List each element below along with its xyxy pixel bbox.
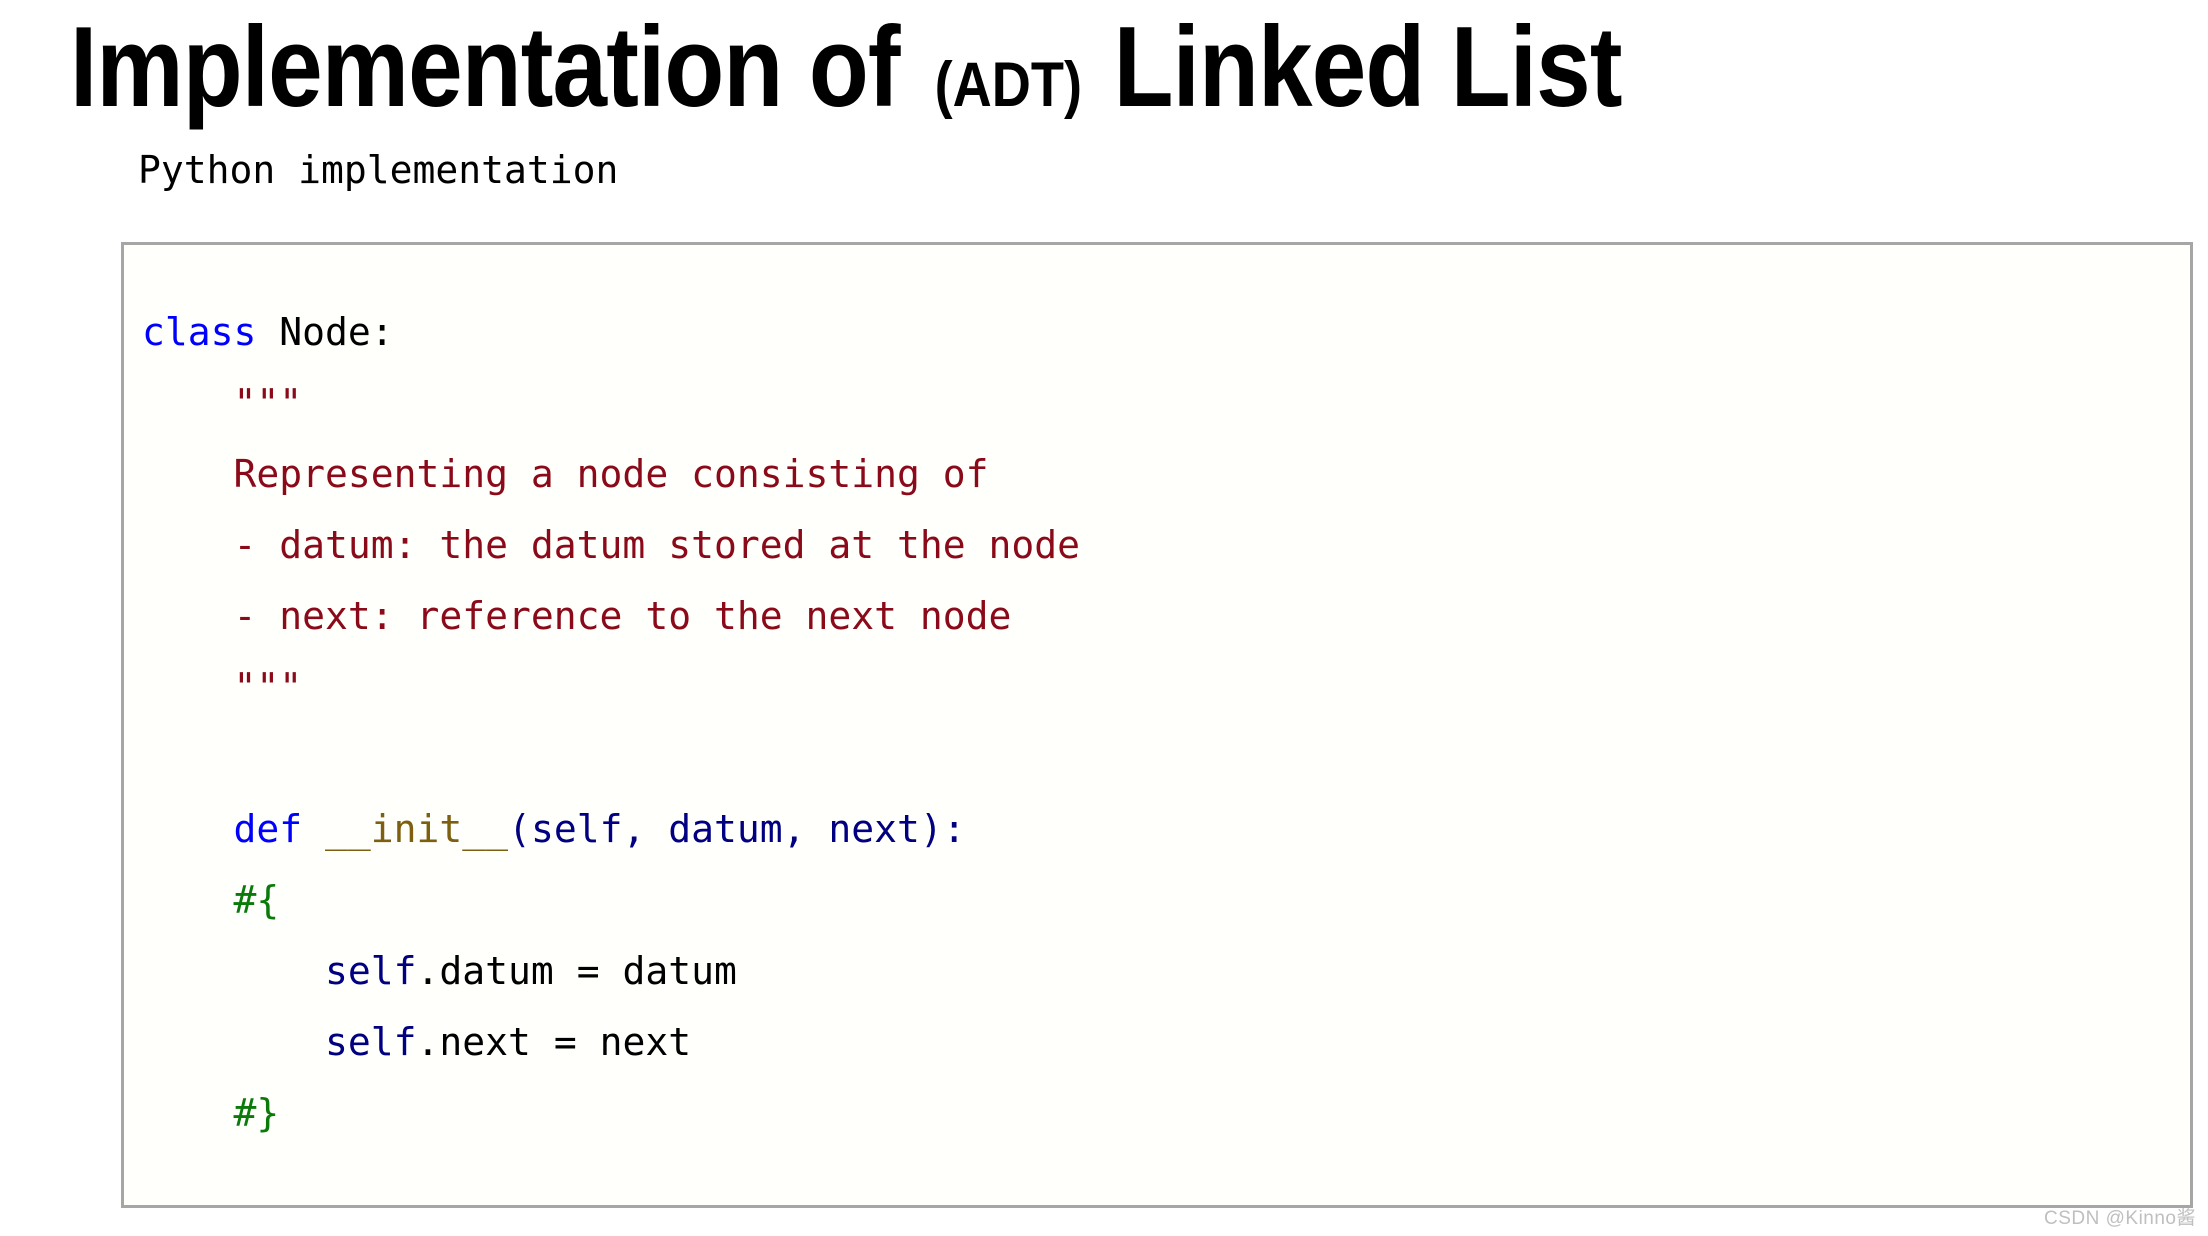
code-token-plain: .next = next	[416, 1020, 692, 1064]
code-token-doc: - datum: the datum stored at the node	[142, 523, 1081, 567]
code-token-plain: .datum = datum	[416, 949, 737, 993]
code-line: """	[142, 368, 2186, 439]
code-line: Representing a node consisting of	[142, 439, 2186, 510]
code-token-doc: """	[142, 381, 303, 425]
code-block-container: class Node: """ Representing a node cons…	[121, 242, 2193, 1208]
python-code-block: class Node: """ Representing a node cons…	[142, 297, 2186, 1149]
page-subtitle: Python implementation	[138, 148, 619, 192]
code-line: self.datum = datum	[142, 936, 2186, 1007]
code-line: - next: reference to the next node	[142, 581, 2186, 652]
code-token-doc: - next: reference to the next node	[142, 594, 1012, 638]
page-title-adt-abbreviation: (ADT)	[934, 50, 1083, 120]
code-line: """	[142, 652, 2186, 723]
csdn-watermark: CSDN @Kinno酱	[2044, 1208, 2196, 1229]
code-token-self: self	[325, 949, 417, 993]
code-line: class Node:	[142, 297, 2186, 368]
code-token-fn: __init__	[325, 807, 509, 851]
page-title-part-1: Implementation of	[70, 4, 927, 131]
code-line: def __init__(self, datum, next):	[142, 794, 2186, 865]
code-token-plain: Node:	[279, 310, 394, 354]
code-token-doc: """	[142, 665, 303, 709]
code-token-self: self	[325, 1020, 417, 1064]
code-line: #{	[142, 865, 2186, 936]
page-title-part-2: Linked List	[1087, 4, 1623, 131]
code-line: self.next = next	[142, 1007, 2186, 1078]
code-token-param: (self, datum, next):	[508, 807, 966, 851]
code-token-doc: Representing a node consisting of	[142, 452, 989, 496]
code-token-comment: #}	[142, 1091, 280, 1135]
code-token-comment: #{	[142, 878, 280, 922]
code-token-kw: class	[142, 310, 280, 354]
page-title: Implementation of (ADT) Linked List	[70, 8, 1842, 145]
code-line: - datum: the datum stored at the node	[142, 510, 2186, 581]
code-token-kw: def	[142, 807, 326, 851]
code-line: #}	[142, 1078, 2186, 1149]
